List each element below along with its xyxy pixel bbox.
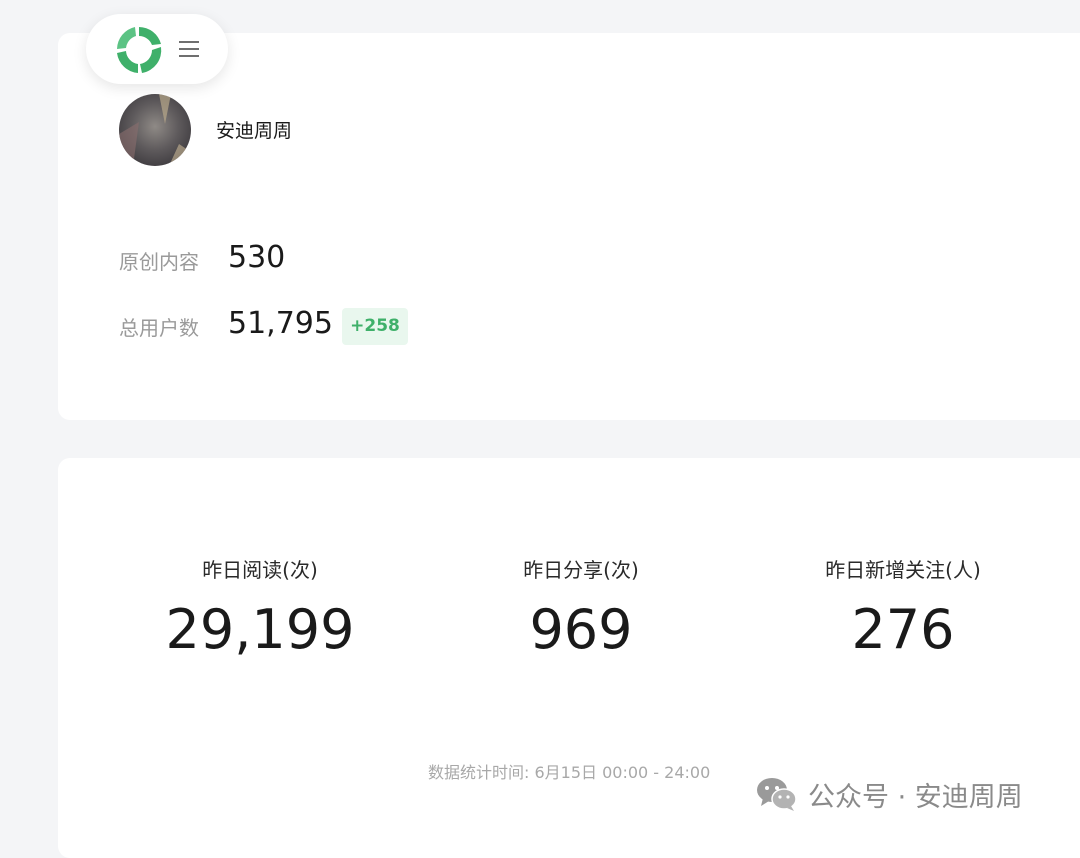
hamburger-menu-icon[interactable] bbox=[178, 40, 200, 58]
watermark: 公众号 · 安迪周周 bbox=[756, 772, 1023, 816]
total-users-label: 总用户数 bbox=[119, 316, 199, 340]
logo-menu-pill[interactable] bbox=[86, 14, 228, 84]
metric-yesterday-reads: 昨日阅读(次) 29,199 bbox=[110, 555, 410, 665]
account-name: 安迪周周 bbox=[216, 120, 293, 142]
original-content-label: 原创内容 bbox=[119, 250, 199, 274]
metric-value: 276 bbox=[851, 598, 955, 661]
metric-yesterday-new-followers: 昨日新增关注(人) 276 bbox=[753, 555, 1053, 665]
watermark-text: 公众号 · 安迪周周 bbox=[808, 781, 1023, 813]
wechat-icon bbox=[757, 778, 797, 811]
total-users-delta-badge: +258 bbox=[342, 308, 408, 345]
profile-card bbox=[58, 33, 1080, 420]
wechat-mp-logo-icon bbox=[113, 24, 165, 76]
metric-label: 昨日新增关注(人) bbox=[825, 558, 981, 582]
metric-label: 昨日分享(次) bbox=[523, 558, 639, 582]
stats-timestamp: 数据统计时间: 6月15日 00:00 - 24:00 bbox=[428, 763, 711, 782]
avatar-image bbox=[119, 94, 191, 166]
metric-value: 969 bbox=[529, 598, 633, 661]
metric-label: 昨日阅读(次) bbox=[202, 558, 318, 582]
total-users-value: 51,795 bbox=[228, 306, 333, 341]
metric-yesterday-shares: 昨日分享(次) 969 bbox=[431, 555, 731, 665]
metric-value: 29,199 bbox=[165, 598, 355, 661]
original-content-value: 530 bbox=[228, 240, 286, 275]
avatar[interactable] bbox=[119, 94, 191, 166]
